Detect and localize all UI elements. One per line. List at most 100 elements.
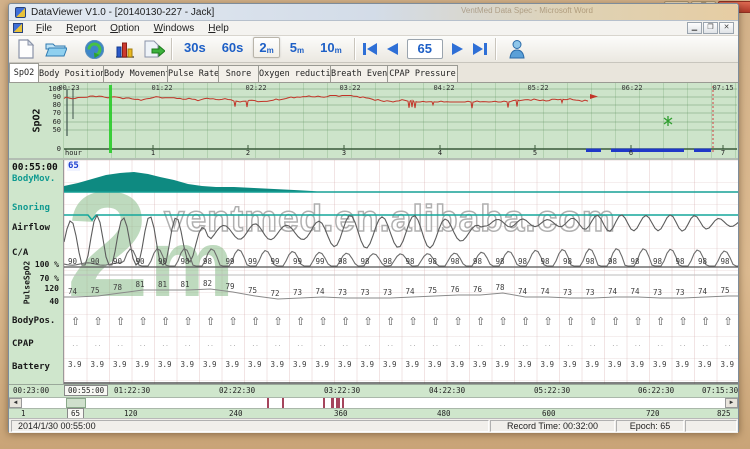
last-epoch-button[interactable]: [469, 38, 491, 60]
mdi-close-button[interactable]: ✕: [719, 22, 734, 34]
row-label-airflow: Airflow: [12, 223, 50, 233]
pulse-value: 78: [113, 283, 122, 292]
open-file-button[interactable]: [43, 37, 69, 61]
pulse-value: 75: [248, 286, 257, 295]
body-position-arrow: ⇧: [544, 315, 553, 328]
menu-report[interactable]: Report: [59, 22, 103, 35]
pulse-value: 81: [136, 280, 145, 289]
tab-breath-event[interactable]: Breath Event: [330, 65, 388, 82]
tab-body-movement[interactable]: Body Movement: [103, 65, 168, 82]
epoch-length-2m[interactable]: 2m: [253, 37, 279, 58]
epoch-length-60s[interactable]: 60s: [216, 37, 250, 58]
pulse-value: 78: [496, 283, 505, 292]
spo2-ytick: 50: [39, 126, 61, 134]
pulse-value: 81: [181, 280, 190, 289]
patient-info-button[interactable]: [504, 37, 530, 61]
battery-value: 3.9: [338, 360, 352, 369]
toolbar-separator: [354, 38, 355, 60]
overview-time-label: 01:22:30: [114, 386, 150, 395]
scroll-left-button[interactable]: ◄: [9, 398, 22, 408]
status-bar: 2014/1/30 00:55:00 Record Time: 00:32:00…: [9, 418, 738, 433]
battery-value: 3.9: [113, 360, 127, 369]
spo2-value: 98: [361, 257, 370, 266]
cpap-mark: ··: [455, 341, 462, 350]
new-file-button[interactable]: [13, 37, 39, 61]
body-position-arrow: ⇧: [139, 315, 148, 328]
row-label-battery: Battery: [12, 362, 50, 372]
spo2-value: 98: [698, 257, 707, 266]
hour-tick: 1: [151, 149, 155, 157]
pulse-scale-value: 120: [11, 284, 59, 293]
overview-time-label: 02:22:30: [219, 386, 255, 395]
overview-time-label: 00:23:00: [13, 386, 49, 395]
tab-pulse-rate[interactable]: Pulse Rate: [167, 65, 219, 82]
cpap-mark: ··: [590, 341, 597, 350]
previous-epoch-button[interactable]: [381, 38, 403, 60]
spo2-plot-area[interactable]: 00:2301:2202:2203:2204:2205:2206:2207:15…: [63, 83, 738, 158]
scroll-right-button[interactable]: ►: [725, 398, 738, 408]
cpap-mark: ··: [162, 341, 169, 350]
report-chart-icon: [114, 39, 135, 59]
menu-file[interactable]: File: [29, 22, 59, 35]
cpap-mark: ··: [275, 341, 282, 350]
epoch-length-30s[interactable]: 30s: [178, 37, 212, 58]
background-word-title: VentMed Data Spec - Microsoft Word: [461, 6, 593, 15]
menu-items: FileReportOptionWindowsHelp: [29, 23, 236, 34]
toolbar-separator: [495, 38, 496, 60]
time-label: 02:22: [245, 84, 266, 92]
first-epoch-button[interactable]: [359, 38, 381, 60]
menu-option[interactable]: Option: [103, 22, 146, 35]
menu-help[interactable]: Help: [201, 22, 236, 35]
body-position-arrow: ⇧: [341, 315, 350, 328]
spo2-value: 98: [473, 257, 482, 266]
cpap-mark: ··: [545, 341, 552, 350]
hour-tick: 7: [721, 149, 725, 157]
event-mark: [342, 398, 344, 408]
overview-epoch-label: 720: [646, 409, 660, 418]
pulse-value: 74: [406, 287, 415, 296]
spo2-value: 98: [541, 257, 550, 266]
next-epoch-button[interactable]: [447, 38, 469, 60]
pulse-value: 74: [631, 287, 640, 296]
trace-end-marker: [590, 94, 598, 99]
cpap-mark: ··: [500, 341, 507, 350]
epoch-number-input[interactable]: 65: [407, 39, 443, 59]
menu-windows[interactable]: Windows: [147, 22, 202, 35]
epoch-length-5m[interactable]: 5m: [284, 37, 310, 58]
epoch-chart[interactable]: 2m ventmed.en.alibaba.com 9074⇧··3.99075…: [63, 160, 738, 386]
overview-epoch-label: 240: [229, 409, 243, 418]
pulse-value: 73: [676, 288, 685, 297]
battery-value: 3.9: [406, 360, 420, 369]
tab-oxygen-reduction[interactable]: Oxygen reduction: [258, 65, 331, 82]
spo2-value: 90: [68, 257, 77, 266]
body-position-arrow: ⇧: [364, 315, 373, 328]
tab-cpap-pressure[interactable]: CPAP Pressure: [387, 65, 458, 82]
pulse-value: 81: [158, 280, 167, 289]
battery-value: 3.9: [181, 360, 195, 369]
tab-body-position[interactable]: Body Position: [38, 65, 104, 82]
spo2-value: 98: [406, 257, 415, 266]
pulse-value: 82: [203, 279, 212, 288]
arrow-left-icon: [384, 42, 400, 56]
mdi-minimize-button[interactable]: ▁: [687, 22, 702, 34]
body-position-arrow: ⇧: [454, 315, 463, 328]
body-position-arrow: ⇧: [656, 315, 665, 328]
overview-time-label: 06:22:30: [638, 386, 674, 395]
sync-data-button[interactable]: [81, 37, 107, 61]
cpap-mark: ··: [680, 341, 687, 350]
green-event-marker: [664, 116, 672, 126]
pulse-value: 74: [608, 287, 617, 296]
body-position-arrow: ⇧: [296, 315, 305, 328]
mdi-restore-button[interactable]: ❐: [703, 22, 718, 34]
overview-epoch-label: 825: [717, 409, 731, 418]
export-button[interactable]: [141, 37, 167, 61]
spo2-ytick: 0: [39, 145, 61, 153]
pulse-value: 74: [541, 287, 550, 296]
report-button[interactable]: [111, 37, 137, 61]
tab-snore[interactable]: Snore: [218, 65, 259, 82]
scroll-thumb[interactable]: [66, 398, 86, 408]
body-position-arrow: ⇧: [589, 315, 598, 328]
epoch-length-10m[interactable]: 10m: [314, 37, 348, 58]
body-position-arrow: ⇧: [184, 315, 193, 328]
tab-spo2[interactable]: SpO2: [9, 63, 39, 82]
